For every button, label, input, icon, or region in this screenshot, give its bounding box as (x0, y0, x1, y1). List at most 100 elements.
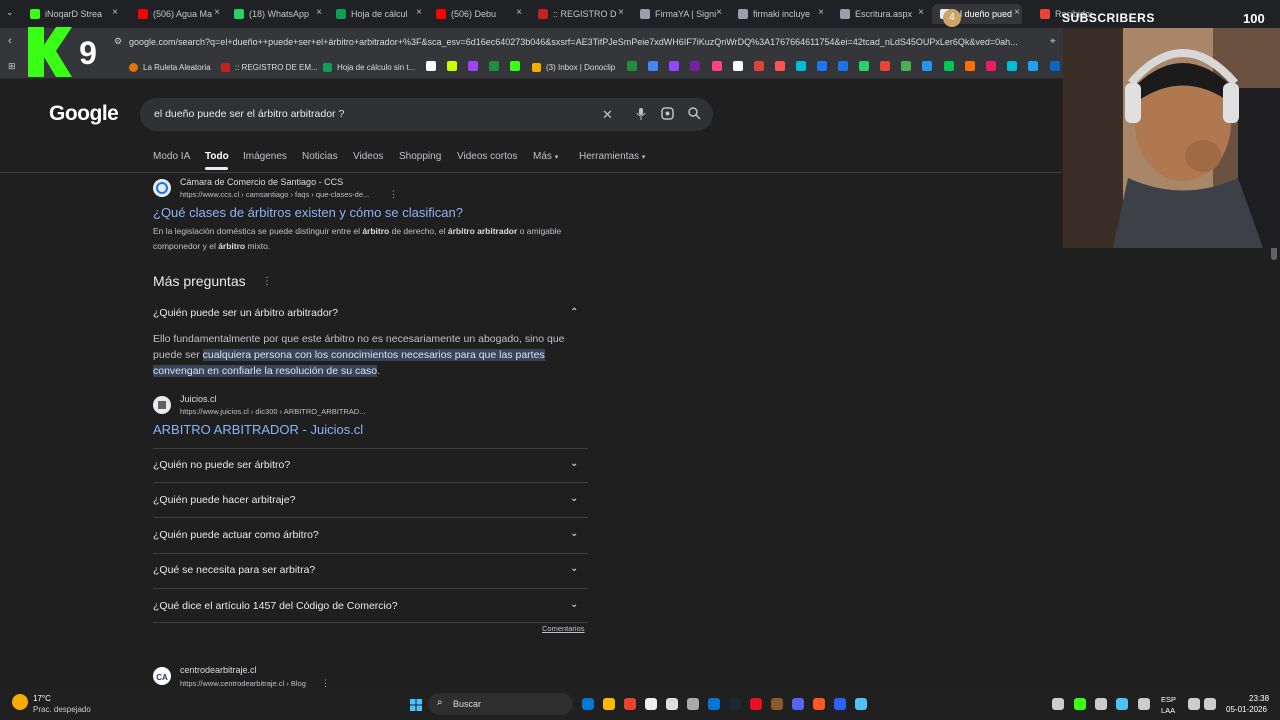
language-bottom[interactable]: LAA (1161, 706, 1175, 715)
bookmark-favicon-icon[interactable] (859, 61, 869, 71)
bookmark-favicon-icon[interactable] (775, 61, 785, 71)
bookmark-ruleta[interactable]: La Ruleta Aleatoria (129, 60, 211, 74)
taskbar-app-icon[interactable] (729, 698, 741, 710)
bookmark-favicon-icon[interactable] (901, 61, 911, 71)
chevron-up-icon[interactable]: ⌃ (570, 307, 578, 318)
site-info-icon[interactable]: ⚙ (114, 36, 122, 47)
bookmark-favicon-icon[interactable] (1028, 61, 1038, 71)
bookmark-favicon-icon[interactable] (648, 61, 658, 71)
tab-list-chevron-icon[interactable]: ⌄ (6, 7, 14, 18)
start-icon[interactable] (410, 698, 422, 716)
paa-source-cite[interactable]: https://www.juicios.cl › dic300 › ARBITR… (180, 407, 365, 416)
bookmark-favicon-icon[interactable] (838, 61, 848, 71)
bookmark-favicon-icon[interactable] (880, 61, 890, 71)
language-top[interactable]: ESP (1161, 695, 1176, 704)
voice-search-icon[interactable] (636, 107, 646, 124)
feedback-link[interactable]: Comentarios (542, 624, 585, 633)
lens-search-icon[interactable] (661, 107, 674, 123)
bookmark-favicon-icon[interactable] (754, 61, 764, 71)
chevron-down-icon[interactable]: ⌄ (570, 493, 578, 504)
close-tab-icon[interactable]: × (818, 7, 824, 18)
browser-tab[interactable]: (506) Agua Ma × (130, 4, 222, 24)
weather-temp[interactable]: 17°C (33, 694, 51, 703)
tab-noticias[interactable]: Noticias (302, 151, 338, 162)
browser-tab[interactable]: Escritura.aspx × (832, 4, 926, 24)
more-options-icon[interactable]: ⋮ (389, 189, 398, 200)
weather-desc[interactable]: Prac. despejado (33, 705, 91, 714)
taskbar-app-icon[interactable] (1116, 698, 1128, 710)
taskbar-search[interactable] (428, 693, 573, 715)
bookmark-favicon-icon[interactable] (796, 61, 806, 71)
browser-tab[interactable]: Hoja de cálcul × (328, 4, 424, 24)
taskbar-app-icon[interactable] (1052, 698, 1064, 710)
tab-todo[interactable]: Todo (205, 151, 229, 162)
taskbar-app-icon[interactable] (1204, 698, 1216, 710)
tab-modo-ia[interactable]: Modo IA (153, 151, 190, 162)
close-tab-icon[interactable]: × (316, 7, 322, 18)
taskbar-app-icon[interactable] (792, 698, 804, 710)
paa-question[interactable]: ¿Qué se necesita para ser arbitra? (153, 564, 315, 576)
google-logo[interactable]: Google (49, 102, 119, 126)
paa-question[interactable]: ¿Quién puede hacer arbitraje? (153, 494, 295, 506)
taskbar-app-icon[interactable] (708, 698, 720, 710)
taskbar-app-icon[interactable] (834, 698, 846, 710)
chevron-down-icon[interactable]: ⌄ (570, 458, 578, 469)
tab-shopping[interactable]: Shopping (399, 151, 441, 162)
clock-time[interactable]: 23:38 (1249, 694, 1269, 703)
browser-tab[interactable]: iNoqarD Strea × (22, 4, 120, 24)
close-tab-icon[interactable]: × (618, 7, 624, 18)
close-tab-icon[interactable]: × (516, 7, 522, 18)
clock-date[interactable]: 05-01-2026 (1226, 705, 1267, 714)
taskbar-search-label[interactable]: Buscar (453, 699, 481, 709)
bookmark-favicon-icon[interactable] (944, 61, 954, 71)
browser-tab[interactable]: (18) WhatsApp × (226, 4, 324, 24)
tab-videos-cortos[interactable]: Videos cortos (457, 151, 517, 162)
bookmark-favicon-icon[interactable] (510, 61, 520, 71)
result-site-name[interactable]: Cámara de Comercio de Santiago - CCS (180, 177, 343, 187)
taskbar-app-icon[interactable] (813, 698, 825, 710)
bookmark-favicon-icon[interactable] (690, 61, 700, 71)
bookmark-favicon-icon[interactable] (986, 61, 996, 71)
taskbar-app-icon[interactable] (750, 698, 762, 710)
bookmark-favicon-icon[interactable] (627, 61, 637, 71)
chevron-down-icon[interactable]: ⌄ (570, 528, 578, 539)
taskbar-app-icon[interactable] (603, 698, 615, 710)
bookmark-favicon-icon[interactable] (733, 61, 743, 71)
taskbar-app-icon[interactable] (645, 698, 657, 710)
browser-tab[interactable]: firmaki incluye × (730, 4, 826, 24)
tab-herramientas[interactable]: Herramientas ▾ (579, 151, 645, 162)
browser-tab[interactable]: (506) Debu × (428, 4, 524, 24)
taskbar-app-icon[interactable] (666, 698, 678, 710)
chevron-down-icon[interactable]: ⌄ (570, 563, 578, 574)
taskbar-app-icon[interactable] (687, 698, 699, 710)
tab-mas[interactable]: Más ▾ (533, 151, 558, 162)
tab-videos[interactable]: Videos (353, 151, 383, 162)
close-tab-icon[interactable]: × (1014, 7, 1020, 18)
bookmark-favicon-icon[interactable] (669, 61, 679, 71)
apps-icon[interactable]: ⊞ (8, 61, 16, 72)
bookmark-favicon-icon[interactable] (1007, 61, 1017, 71)
bookmark-registro[interactable]: :: REGISTRO DE EM... (221, 60, 318, 74)
search-input[interactable]: el dueño puede ser el árbitro arbitrador… (154, 108, 344, 120)
weather-icon[interactable] (12, 694, 28, 710)
page-scrollbar[interactable] (1271, 246, 1277, 260)
bookmark-favicon-icon[interactable] (712, 61, 722, 71)
paa-source-link[interactable]: ARBITRO ARBITRADOR - Juicios.cl (153, 422, 363, 437)
bookmark-favicon-icon[interactable] (922, 61, 932, 71)
paa-question[interactable]: ¿Qué dice el artículo 1457 del Código de… (153, 600, 398, 612)
taskbar-app-icon[interactable] (1188, 698, 1200, 710)
paa-source-site[interactable]: Juicios.cl (180, 394, 217, 404)
paa-question[interactable]: ¿Quién puede actuar como árbitro? (153, 529, 319, 541)
close-tab-icon[interactable]: × (716, 7, 722, 18)
bookmark-favicon-icon[interactable] (489, 61, 499, 71)
bookmark-hoja[interactable]: Hoja de cálculo sin t... (323, 60, 415, 74)
taskbar-app-icon[interactable] (771, 698, 783, 710)
paa-question[interactable]: ¿Quién no puede ser árbitro? (153, 459, 290, 471)
close-tab-icon[interactable]: × (112, 7, 118, 18)
result-cite[interactable]: https://www.ccs.cl › camsantiago › faqs … (180, 190, 369, 199)
bookmark-favicon-icon[interactable] (426, 61, 436, 71)
taskbar-app-icon[interactable] (1138, 698, 1150, 710)
tab-imagenes[interactable]: Imágenes (243, 151, 287, 162)
taskbar-app-icon[interactable] (582, 698, 594, 710)
address-bar[interactable]: google.com/search?q=el+dueño++puede+ser+… (129, 33, 1079, 51)
